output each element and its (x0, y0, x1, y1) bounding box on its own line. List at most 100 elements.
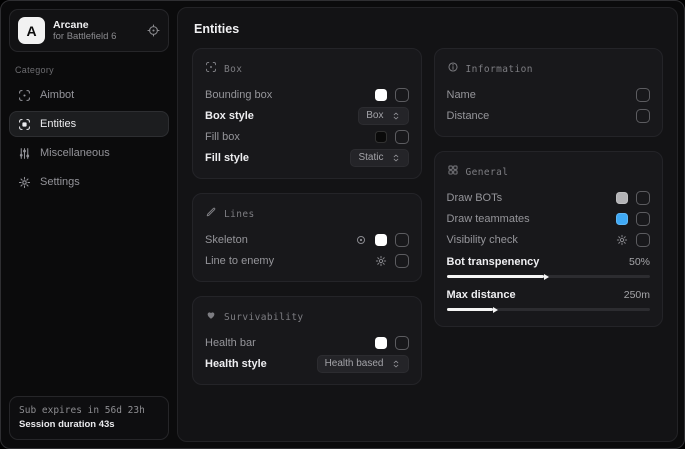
row-controls: Static (350, 149, 408, 167)
row-label: Line to enemy (205, 255, 274, 267)
gear-icon[interactable] (616, 234, 628, 246)
color-swatch[interactable] (375, 337, 387, 349)
eye-icon[interactable] (355, 234, 367, 246)
sidebar-item-label: Entities (40, 118, 76, 130)
row-label: Distance (447, 110, 490, 122)
sidebar-item-label: Settings (40, 176, 80, 188)
gear-icon[interactable] (375, 255, 387, 267)
color-swatch[interactable] (375, 89, 387, 101)
checkbox-health-bar[interactable] (395, 336, 409, 350)
checkbox-name[interactable] (636, 88, 650, 102)
row-controls (616, 233, 650, 247)
slider-track[interactable] (447, 275, 651, 278)
row-fill-box: Fill box (205, 126, 409, 147)
row-distance: Distance (447, 105, 651, 126)
sidebar-item-miscellaneous[interactable]: Miscellaneous (9, 140, 169, 166)
row-label: Max distance (447, 289, 516, 301)
row-fill-style: Fill styleStatic (205, 147, 409, 168)
slider-fill (447, 308, 494, 311)
row-bounding-box: Bounding box (205, 84, 409, 105)
checkbox-bounding-box[interactable] (395, 88, 409, 102)
color-swatch[interactable] (375, 234, 387, 246)
card-lines: Lines Skeleton Line to enemy (192, 193, 422, 282)
slider-row-bot-transpenency: Bot transpenency 50% (447, 250, 651, 283)
card-columns: Box Bounding box Box styleBoxFill boxFill … (192, 48, 663, 385)
app-header: A Arcane for Battlefield 6 (9, 9, 169, 52)
checkbox-draw-bots[interactable] (636, 191, 650, 205)
row-line-to-enemy: Line to enemy (205, 250, 409, 271)
app-logo: A (18, 17, 45, 44)
sidebar-item-label: Miscellaneous (40, 147, 110, 159)
app-meta: Arcane for Battlefield 6 (53, 19, 139, 43)
row-label: Name (447, 89, 476, 101)
app-window: A Arcane for Battlefield 6 Category Aimb… (0, 0, 685, 449)
right-column: InformationNameDistanceGeneralDraw BOTsD… (434, 48, 664, 327)
row-controls (375, 130, 409, 144)
row-controls (375, 336, 409, 350)
sub-expiry-text: Sub expires in 56d 23h (19, 404, 159, 418)
slider-row-max-distance: Max distance 250m (447, 283, 651, 316)
row-controls (636, 109, 650, 123)
info-icon (447, 60, 459, 78)
row-skeleton: Skeleton (205, 229, 409, 250)
checkbox-visibility-check[interactable] (636, 233, 650, 247)
heart-icon (205, 308, 217, 326)
checkbox-line-to-enemy[interactable] (395, 254, 409, 268)
subscription-info: Sub expires in 56d 23h Session duration … (9, 396, 169, 441)
page-title: Entities (194, 22, 663, 36)
row-controls (616, 191, 650, 205)
sliders-icon (18, 147, 31, 160)
row-controls (636, 88, 650, 102)
checkbox-distance[interactable] (636, 109, 650, 123)
scan-icon (18, 118, 31, 131)
row-box-style: Box styleBox (205, 105, 409, 126)
dropdown-box-style[interactable]: Box (358, 107, 408, 125)
color-swatch[interactable] (616, 213, 628, 225)
slider-header: Max distance 250m (447, 286, 651, 303)
dropdown-value: Box (366, 110, 383, 121)
row-label: Bot transpenency (447, 256, 540, 268)
unfold-icon (391, 111, 401, 121)
card-header: Survivability (205, 308, 409, 326)
checkbox-skeleton[interactable] (395, 233, 409, 247)
slider-value: 50% (629, 256, 650, 268)
dropdown-health-style[interactable]: Health based (317, 355, 409, 373)
color-swatch[interactable] (375, 131, 387, 143)
row-label: Visibility check (447, 234, 518, 246)
dropdown-fill-style[interactable]: Static (350, 149, 408, 167)
slider-fill (447, 275, 545, 278)
slider-track[interactable] (447, 308, 651, 311)
dropdown-value: Static (358, 152, 383, 163)
unfold-icon (391, 153, 401, 163)
checkbox-draw-teammates[interactable] (636, 212, 650, 226)
slider-value: 250m (624, 289, 650, 301)
color-swatch[interactable] (616, 192, 628, 204)
row-label: Health style (205, 358, 267, 370)
section-title: Lines (224, 209, 255, 220)
pencil-icon (205, 205, 217, 223)
slider-thumb[interactable] (493, 307, 498, 313)
row-health-style: Health style Health based (205, 353, 409, 374)
sidebar-item-settings[interactable]: Settings (9, 169, 169, 195)
row-controls (355, 233, 409, 247)
card-header: Lines (205, 205, 409, 223)
row-label: Bounding box (205, 89, 272, 101)
row-label: Skeleton (205, 234, 248, 246)
checkbox-fill-box[interactable] (395, 130, 409, 144)
slider-thumb[interactable] (544, 274, 549, 280)
row-draw-bots: Draw BOTs (447, 187, 651, 208)
category-label: Category (15, 65, 163, 75)
session-duration-text: Session duration 43s (19, 418, 159, 432)
target-icon[interactable] (147, 24, 160, 37)
section-title: Survivability (224, 312, 304, 323)
unfold-icon (391, 359, 401, 369)
section-title: Box (224, 64, 242, 75)
sidebar-item-entities[interactable]: Entities (9, 111, 169, 137)
main-panel: Entities BoxBounding boxBox styleBoxFill… (177, 7, 678, 442)
row-controls (616, 212, 650, 226)
grid-icon (447, 163, 459, 181)
row-health-bar: Health bar (205, 332, 409, 353)
card-survivability: SurvivabilityHealth barHealth styleHealt… (192, 296, 422, 385)
card-header: General (447, 163, 651, 181)
sidebar-item-aimbot[interactable]: Aimbot (9, 82, 169, 108)
